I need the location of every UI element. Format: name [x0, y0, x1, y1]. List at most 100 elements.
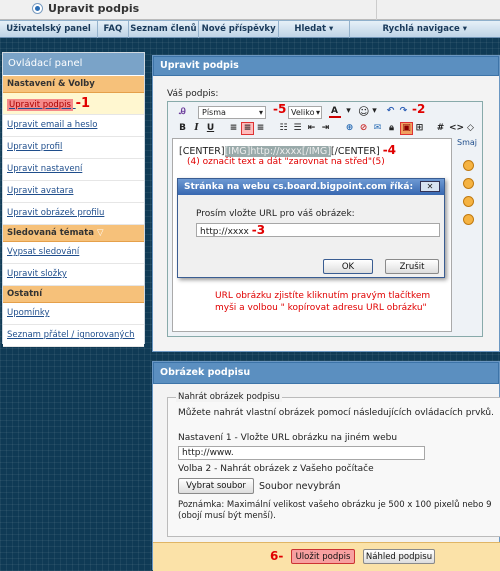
nav-members[interactable]: Seznam členů [129, 21, 200, 38]
nav-bar: Uživatelský panel FAQ Seznam členů Nové … [0, 20, 500, 38]
center-tag-close: [/CENTER] [330, 146, 380, 157]
chevron-down-icon: ▾ [315, 108, 320, 117]
nav-faq[interactable]: FAQ [98, 21, 129, 38]
url-input[interactable]: http://xxxx -3 [196, 223, 440, 237]
smilies-title: Smaj [457, 138, 477, 147]
dialog-prompt: Prosím vložte URL pro váš obrázek: [196, 209, 355, 219]
align-right-icon[interactable]: ≡ [255, 123, 266, 134]
cancel-button[interactable]: Zrušit [385, 259, 439, 274]
smiley-icon[interactable]: ☺ [358, 106, 369, 117]
sidebar: Ovládací panel Nastavení & Volby Upravit… [2, 52, 145, 347]
annotation-url-note-1: URL obrázku zjistíte kliknutím pravým tl… [215, 291, 431, 301]
unlink-icon[interactable]: ⊘ [358, 123, 369, 134]
php-icon[interactable]: ◇ [465, 123, 476, 134]
size-note-2: (obojí musí být menší). [178, 511, 276, 521]
upload-description: Můžete nahrát vlastní obrázek pomocí nás… [178, 408, 494, 418]
button-bar: 6- Uložit podpis Náhled podpisu [153, 542, 500, 571]
size-note-1: Poznámka: Maximální velikost vašeho obrá… [178, 500, 492, 510]
no-file-text: Soubor nevybrán [259, 481, 341, 492]
sidebar-section-settings: Nastavení & Volby [3, 76, 144, 93]
image-panel: Obrázek podpisu Nahrát obrázek podpisu M… [152, 361, 500, 571]
sidebar-item-folders[interactable]: Upravit složky [3, 264, 144, 286]
italic-icon[interactable]: I [191, 123, 202, 134]
align-left-icon[interactable]: ≡ [228, 123, 239, 134]
smiley-icon[interactable] [463, 214, 474, 225]
smiley-icon[interactable] [463, 160, 474, 171]
sidebar-item-reminders[interactable]: Upomínky [3, 303, 144, 325]
sidebar-header: Ovládací panel [3, 53, 144, 76]
center-tag-open: [CENTER] [179, 146, 225, 157]
panel-title: Upravit podpis [153, 56, 499, 76]
bold-icon[interactable]: B [177, 123, 188, 134]
dialog-title: Stránka na webu cs.board.bigpoint.com ří… [178, 179, 444, 195]
format-icon[interactable]: Ꭿ [177, 107, 188, 118]
hash-icon[interactable]: # [435, 123, 446, 134]
nav-quick[interactable]: Rychlá navigace ▾ [350, 21, 500, 38]
upload-fieldset: Nahrát obrázek podpisu Můžete nahrát vla… [167, 392, 500, 537]
align-center-icon[interactable]: ≡ [241, 122, 254, 135]
radio-icon [32, 3, 43, 14]
link-icon[interactable]: ⊕ [344, 123, 355, 134]
save-signature-button[interactable]: Uložit podpis [291, 549, 355, 564]
image-icon[interactable]: ▣ [400, 122, 413, 135]
indent-icon[interactable]: ⇥ [320, 123, 331, 134]
sidebar-item-profile[interactable]: Upravit profil [3, 137, 144, 159]
annotation-step4: (4) označit text a dát "zarovnat na stře… [187, 157, 385, 167]
sidebar-item-settings[interactable]: Upravit nastavení [3, 159, 144, 181]
annotation-url-note-2: myši a volbou " kopírovat adresu URL obr… [215, 303, 427, 313]
sidebar-item-profile-pic[interactable]: Upravit obrázek profilu [3, 203, 144, 225]
chevron-down-icon[interactable]: ▾ [343, 106, 354, 117]
ok-button[interactable]: OK [323, 259, 373, 274]
title-bar: Upravit podpis [0, 0, 500, 20]
annotation-1: -1 [75, 96, 91, 111]
url-prompt-dialog: Stránka na webu cs.board.bigpoint.com ří… [177, 178, 445, 278]
close-icon[interactable]: ✕ [420, 181, 440, 192]
video-icon[interactable]: ⊞ [414, 123, 425, 134]
smiley-icon[interactable] [463, 178, 474, 189]
choose-file-button[interactable]: Vybrat soubor [178, 478, 254, 494]
option-1-label: Nastavení 1 - Vložte URL obrázku na jiné… [178, 433, 398, 443]
sidebar-item-watch-list[interactable]: Vypsat sledování [3, 242, 144, 264]
sidebar-item-avatar[interactable]: Upravit avatara [3, 181, 144, 203]
sidebar-item-friends[interactable]: Seznam přátel / ignorovaných [3, 325, 144, 347]
option-2-label: Volba 2 - Nahrát obrázek z Vašeho počíta… [178, 464, 374, 474]
redo-icon[interactable]: ↷ [398, 106, 409, 117]
nav-search[interactable]: Hledat ▾ [279, 21, 350, 38]
divider [376, 0, 377, 20]
sidebar-item-email[interactable]: Upravit email a heslo [3, 115, 144, 137]
annotation-6: 6- [270, 549, 284, 563]
annotation-4: -4 [382, 143, 397, 157]
lock-icon[interactable]: 🔒︎ [386, 123, 397, 134]
preview-signature-button[interactable]: Náhled podpisu [363, 549, 435, 564]
annotation-3: -3 [251, 223, 266, 237]
underline-icon[interactable]: U [205, 123, 216, 134]
size-select[interactable]: Veliko ▾ [288, 106, 322, 119]
sidebar-section-other: Ostatní [3, 286, 144, 303]
annotation-2: -2 [412, 102, 426, 116]
smiley-icon[interactable] [463, 196, 474, 207]
annotation-5: -5 [273, 102, 287, 116]
outdent-icon[interactable]: ⇤ [306, 123, 317, 134]
img-tag-selected: [IMG]http://xxxx[/IMG] [224, 146, 331, 157]
code-icon[interactable]: <> [449, 123, 464, 134]
undo-icon[interactable]: ↶ [385, 106, 396, 117]
chevron-down-icon[interactable]: ▾ [369, 106, 380, 117]
email-icon[interactable]: ✉ [372, 123, 383, 134]
fieldset-legend: Nahrát obrázek podpisu [176, 392, 282, 402]
chevron-down-icon: ▾ [329, 24, 334, 34]
font-select[interactable]: Písma ▾ [198, 106, 266, 119]
ordered-list-icon[interactable]: ☷ [278, 123, 289, 134]
smilies-panel: Smaj [455, 138, 483, 332]
unordered-list-icon[interactable]: ☰ [292, 123, 303, 134]
sidebar-section-watched: Sledovaná témata ▽ [3, 225, 144, 242]
page-title: Upravit podpis [48, 2, 140, 15]
nav-user-panel[interactable]: Uživatelský panel [0, 21, 99, 38]
image-url-input[interactable]: http://www. [178, 446, 425, 460]
chevron-down-icon: ▾ [462, 24, 468, 34]
image-panel-title: Obrázek podpisu [153, 362, 499, 384]
color-bar [329, 116, 341, 118]
nav-new-posts[interactable]: Nové příspěvky [199, 21, 280, 38]
chevron-down-icon: ▾ [258, 108, 263, 117]
chevron-down-icon: ▽ [96, 228, 104, 238]
sidebar-item-edit-signature[interactable]: Upravit podpis -1 [3, 93, 144, 115]
